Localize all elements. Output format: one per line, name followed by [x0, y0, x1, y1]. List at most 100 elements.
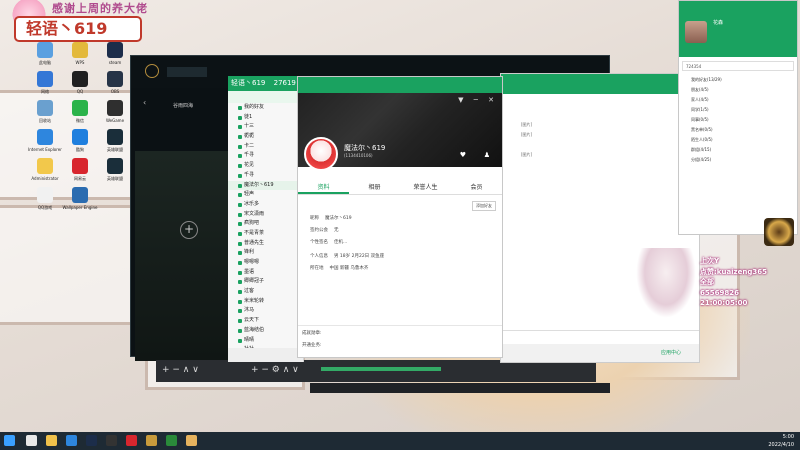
desktop-icon[interactable]: 此电脑	[30, 42, 60, 71]
start-icon[interactable]	[4, 435, 15, 446]
clock[interactable]: 5:00 2022/4/10	[768, 433, 794, 449]
play-button[interactable]	[167, 67, 207, 77]
chat-message: [图片]	[521, 122, 533, 127]
friend-row[interactable]: 沐马	[228, 306, 303, 316]
group-row[interactable]: 群组(4/15)	[679, 145, 797, 155]
folder-icon[interactable]	[46, 435, 57, 446]
chat-input[interactable]	[501, 330, 699, 344]
folder-icon	[37, 158, 53, 174]
profile-banner: ▼ ─ ✕ 魔法尔丶619 (1134410106) ♥ ♟	[298, 77, 502, 171]
friend-panel-toolbar	[228, 91, 303, 103]
back-arrow-icon[interactable]: ‹	[143, 98, 146, 107]
field-location: 所在地 中国 新疆 乌鲁木齐	[310, 265, 374, 271]
tab-member[interactable]: 会员	[451, 181, 502, 194]
tab-album[interactable]: 相册	[349, 181, 400, 194]
friend-row[interactable]: 普通先生	[228, 239, 303, 249]
friend-row[interactable]: 卡二	[228, 142, 303, 152]
desktop-icon[interactable]: 网易云	[65, 158, 95, 187]
field-key: 个人信息	[310, 254, 328, 259]
desktop-icon[interactable]: QQ	[65, 71, 95, 100]
friend-row[interactable]: 千寻	[228, 151, 303, 161]
obs-icon[interactable]	[106, 435, 117, 446]
friend-row[interactable]: 过客	[228, 287, 303, 297]
group-row[interactable]: 黑名单(0/5)	[679, 125, 797, 135]
friend-row[interactable]: 锋利	[228, 248, 303, 258]
tab-honor[interactable]: 荣誉人生	[400, 181, 451, 194]
desktop-icon[interactable]: 回收站	[30, 100, 60, 129]
add-scene-icon[interactable]: + − ⚙ ∧ ∨	[251, 365, 299, 375]
desktop-icon[interactable]: WPS	[65, 42, 95, 71]
window-buttons[interactable]: ▼ ─ ✕	[458, 96, 498, 104]
obs-controls: + − ∧ ∨ + − ⚙ ∧ ∨	[156, 360, 596, 382]
desktop-icon[interactable]: 网络	[30, 71, 60, 100]
friend-row[interactable]: 轻声	[228, 190, 303, 200]
friend-row[interactable]: 魔法尔丶619	[228, 180, 303, 191]
friend-panel-footer	[228, 348, 303, 362]
group-row[interactable]: 朋友(4/5)	[679, 85, 797, 95]
friend-row[interactable]: 嗯嗯嗯	[228, 258, 303, 268]
qq-icon[interactable]	[186, 435, 197, 446]
friend-row[interactable]: 千寻	[228, 171, 303, 181]
friend-row[interactable]: 不是青茶	[228, 229, 303, 239]
desktop-icon[interactable]: QQ游戏	[30, 187, 60, 216]
add-icon[interactable]: +	[180, 221, 198, 239]
netease-icon	[72, 158, 88, 174]
search-input[interactable]: 724354	[682, 61, 794, 71]
wegame-icon[interactable]	[146, 435, 157, 446]
desktop-icon[interactable]: 微信	[65, 100, 95, 129]
friend-row[interactable]: 宋文潇雨	[228, 210, 303, 220]
group-row[interactable]: 同学(1/5)	[679, 105, 797, 115]
profile-bottom: 成就勋章: 开通业务:	[298, 325, 502, 357]
chat-message: [图片]	[521, 132, 533, 137]
steam-icon[interactable]	[86, 435, 97, 446]
group-row[interactable]: 家人(4/5)	[679, 95, 797, 105]
friend-row[interactable]: 卿卿冠子	[228, 277, 303, 287]
stream-title: 轻语丶619	[14, 16, 142, 42]
avatar[interactable]	[304, 137, 338, 171]
tab-info[interactable]: 资料	[298, 181, 349, 194]
field-nickname: 昵称 魔法尔丶619	[310, 215, 358, 221]
desktop-icon[interactable]: 英雄联盟	[100, 158, 130, 187]
award-icon[interactable]: ♟	[484, 151, 490, 159]
netease-icon[interactable]	[126, 435, 137, 446]
friend-row[interactable]: 徒1	[228, 113, 303, 123]
friend-row[interactable]: 云天下	[228, 316, 303, 326]
friend-row[interactable]: 疯狗吧	[228, 219, 303, 229]
search-icon[interactable]	[26, 435, 37, 446]
friend-row[interactable]: 花见	[228, 161, 303, 171]
network-icon	[37, 71, 53, 87]
desktop-icon[interactable]: 酷狗	[65, 129, 95, 158]
stat-line: 65569826	[700, 288, 739, 297]
friend-row[interactable]: 墨语	[228, 268, 303, 278]
add-friend-button[interactable]: 添加好友	[472, 201, 496, 211]
game-tab-label[interactable]: 谷雨四海	[173, 102, 193, 109]
app-center-link[interactable]: 应用中心	[661, 349, 681, 356]
friend-row[interactable]: 栀栀	[228, 132, 303, 142]
desktop-icon[interactable]: steam	[100, 42, 130, 71]
friend-row[interactable]: 米米轮转	[228, 297, 303, 307]
desktop-icon[interactable]: 英雄联盟	[100, 129, 130, 158]
group-row[interactable]: 分组(4/25)	[679, 155, 797, 165]
friend-row[interactable]: 我的好友	[228, 103, 303, 113]
add-source-icon[interactable]: + − ∧ ∨	[162, 365, 199, 375]
friend-row[interactable]: 蓝海结伯	[228, 326, 303, 336]
friend-row[interactable]: 十三	[228, 122, 303, 132]
field-key: 个性签名	[310, 240, 328, 245]
group-row[interactable]: 同事(0/5)	[679, 115, 797, 125]
desktop-icon[interactable]: Internet Explorer	[28, 129, 62, 158]
field-value: 魔法尔丶619	[325, 216, 352, 221]
qq-icon	[72, 71, 88, 87]
desktop-icon[interactable]: OBS	[100, 71, 130, 100]
desktop-icon[interactable]: Administrator	[30, 158, 60, 187]
lol-icon[interactable]	[166, 435, 177, 446]
desktop-icon-label: 酷狗	[76, 147, 84, 152]
desktop-icon[interactable]: WeGame	[100, 100, 130, 129]
edge-icon[interactable]	[66, 435, 77, 446]
heart-icon[interactable]: ♥	[460, 151, 466, 159]
avatar[interactable]	[685, 21, 707, 43]
friend-row[interactable]: 冰乐多	[228, 200, 303, 210]
group-row[interactable]: 我的好友(13/29)	[679, 75, 797, 85]
desktop-icon[interactable]: Wallpaper Engine	[63, 187, 98, 216]
friend-row[interactable]: 晴晴	[228, 336, 303, 346]
group-row[interactable]: 陌生人(0/5)	[679, 135, 797, 145]
